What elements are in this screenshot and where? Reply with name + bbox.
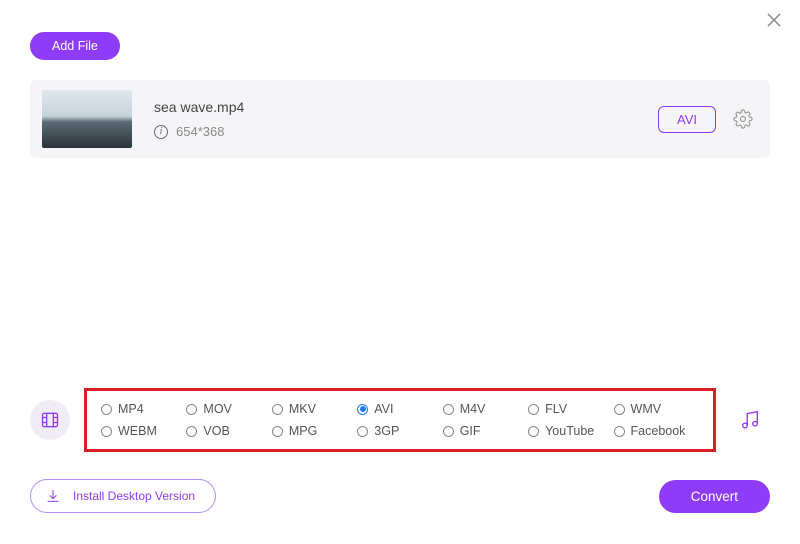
close-icon xyxy=(766,12,782,28)
format-option-avi[interactable]: AVI xyxy=(357,402,442,416)
file-thumbnail xyxy=(42,90,132,148)
format-option-vob[interactable]: VOB xyxy=(186,424,271,438)
video-category-button[interactable] xyxy=(30,400,70,440)
format-option-mov[interactable]: MOV xyxy=(186,402,271,416)
file-dimensions: 654*368 xyxy=(176,124,224,139)
format-option-label: YouTube xyxy=(545,424,594,438)
settings-button[interactable] xyxy=(732,108,754,130)
format-option-wmv[interactable]: WMV xyxy=(614,402,699,416)
format-option-gif[interactable]: GIF xyxy=(443,424,528,438)
gear-icon xyxy=(733,109,753,129)
format-option-webm[interactable]: WEBM xyxy=(101,424,186,438)
format-option-label: Facebook xyxy=(631,424,686,438)
format-option-m4v[interactable]: M4V xyxy=(443,402,528,416)
film-icon xyxy=(40,410,60,430)
format-option-youtube[interactable]: YouTube xyxy=(528,424,613,438)
radio-icon xyxy=(443,426,454,437)
file-name: sea wave.mp4 xyxy=(154,99,658,115)
format-options-panel: MP4 MOV MKV AVI M4V FLV WMV WEBM VOB MPG 3GP GIF Yo… xyxy=(84,388,716,452)
close-button[interactable] xyxy=(764,10,784,30)
format-option-mp4[interactable]: MP4 xyxy=(101,402,186,416)
format-option-label: MPG xyxy=(289,424,317,438)
format-option-label: WMV xyxy=(631,402,662,416)
file-info: sea wave.mp4 i 654*368 xyxy=(154,99,658,139)
format-option-label: M4V xyxy=(460,402,486,416)
info-icon[interactable]: i xyxy=(154,125,168,139)
radio-icon xyxy=(614,426,625,437)
format-option-facebook[interactable]: Facebook xyxy=(614,424,699,438)
radio-icon xyxy=(614,404,625,415)
music-icon xyxy=(739,409,761,431)
install-desktop-label: Install Desktop Version xyxy=(73,489,195,503)
format-option-mpg[interactable]: MPG xyxy=(272,424,357,438)
format-option-3gp[interactable]: 3GP xyxy=(357,424,442,438)
format-option-mkv[interactable]: MKV xyxy=(272,402,357,416)
format-option-label: AVI xyxy=(374,402,393,416)
format-option-label: WEBM xyxy=(118,424,157,438)
download-icon xyxy=(45,488,61,504)
format-option-label: MKV xyxy=(289,402,316,416)
radio-icon xyxy=(272,426,283,437)
footer: Install Desktop Version Convert xyxy=(30,478,770,514)
install-desktop-button[interactable]: Install Desktop Version xyxy=(30,479,216,513)
convert-button[interactable]: Convert xyxy=(659,480,770,513)
format-option-flv[interactable]: FLV xyxy=(528,402,613,416)
radio-icon xyxy=(272,404,283,415)
format-bar: MP4 MOV MKV AVI M4V FLV WMV WEBM VOB MPG 3GP GIF Yo… xyxy=(30,388,770,452)
radio-icon xyxy=(357,426,368,437)
radio-icon xyxy=(186,404,197,415)
format-option-label: GIF xyxy=(460,424,481,438)
format-option-label: FLV xyxy=(545,402,567,416)
radio-icon xyxy=(101,426,112,437)
audio-category-button[interactable] xyxy=(730,400,770,440)
format-option-label: MOV xyxy=(203,402,231,416)
radio-icon xyxy=(528,404,539,415)
file-item: sea wave.mp4 i 654*368 AVI xyxy=(30,80,770,158)
target-format-button[interactable]: AVI xyxy=(658,106,716,133)
format-option-label: MP4 xyxy=(118,402,144,416)
radio-icon xyxy=(357,404,368,415)
format-option-label: 3GP xyxy=(374,424,399,438)
radio-icon xyxy=(186,426,197,437)
radio-icon xyxy=(101,404,112,415)
format-option-label: VOB xyxy=(203,424,229,438)
add-file-button[interactable]: Add File xyxy=(30,32,120,60)
radio-icon xyxy=(528,426,539,437)
radio-icon xyxy=(443,404,454,415)
